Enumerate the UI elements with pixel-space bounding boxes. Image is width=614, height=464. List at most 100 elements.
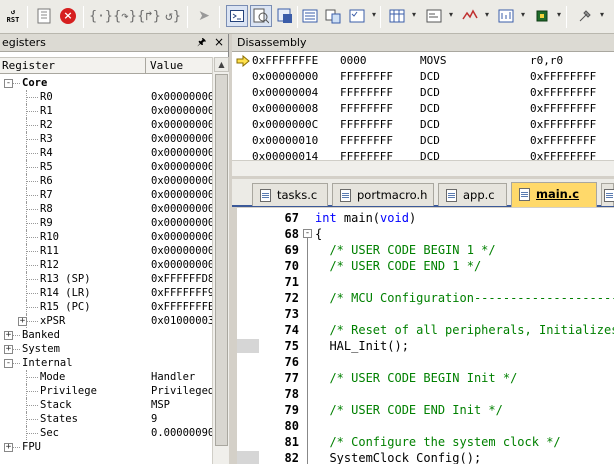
collapse-icon[interactable]: - [4,79,13,88]
disassembly-row[interactable]: 0xFFFFFFFE 0000 MOVS r0,r0 [232,53,614,69]
register-row[interactable]: Stack MSP [0,398,212,412]
register-row[interactable]: R10 0x00000000 [0,230,212,244]
register-row[interactable]: R6 0x00000000 [0,174,212,188]
code-line[interactable]: 73 [237,306,614,322]
register-row[interactable]: R5 0x00000000 [0,160,212,174]
expand-icon[interactable]: + [4,345,13,354]
register-row[interactable]: R12 0x00000000 [0,258,212,272]
disassembly-row[interactable]: 0x00000010 FFFFFFFF DCD 0xFFFFFFFF [232,133,614,149]
register-name: System [22,343,60,355]
expand-icon[interactable]: + [18,317,27,326]
register-name: R6 [40,175,53,187]
analysis-window-icon[interactable] [459,5,489,27]
line-number: 70 [284,259,299,273]
step-into-icon[interactable]: {·} [89,5,112,27]
register-row[interactable]: R8 0x00000000 [0,202,212,216]
toolbar-separator [297,6,298,28]
breakpoint-marker[interactable] [237,339,259,353]
disassembly-window-icon[interactable] [250,5,272,27]
register-row[interactable]: - Core [0,76,212,90]
pin-icon[interactable]: 🖈 [197,34,206,51]
register-row[interactable]: Sec 0.00000090 [0,426,212,440]
fold-toggle-icon[interactable]: - [303,229,312,238]
tab-app-c[interactable]: app.c [438,183,507,206]
call-stack-icon[interactable] [322,5,344,27]
register-row[interactable]: R9 0x00000000 [0,216,212,230]
collapse-icon[interactable]: - [4,359,13,368]
column-register[interactable]: Register [2,59,55,72]
register-row[interactable]: - Internal [0,356,212,370]
code-line[interactable]: 74 /* Reset of all peripherals, Initiali… [237,322,614,338]
register-row[interactable]: + System [0,342,212,356]
code-line[interactable]: 75 HAL_Init(); [237,338,614,354]
code-line[interactable]: 82 SystemClock_Config(); [237,450,614,464]
run-stop-icon[interactable] [33,5,55,27]
disassembly-hscrollbar[interactable] [232,160,614,176]
expand-icon[interactable]: + [4,443,13,452]
close-icon[interactable]: × [214,34,224,51]
toolbox-icon[interactable] [574,5,604,27]
register-row[interactable]: R0 0x00000000 [0,90,212,104]
scroll-thumb[interactable] [215,74,228,446]
trace-window-icon[interactable] [495,5,525,27]
file-icon [604,189,614,202]
code-line[interactable]: 77 /* USER CODE BEGIN Init */ [237,370,614,386]
registers-scrollbar[interactable]: ▲ [212,57,229,464]
rst-icon[interactable]: ↺ RST [2,5,24,27]
halt-icon[interactable]: × [57,5,79,27]
column-value[interactable]: Value [150,59,183,72]
arrow-right-icon[interactable]: ➤ [193,5,215,27]
system-viewer-icon[interactable] [531,5,561,27]
disassembly-row[interactable]: 0x00000004 FFFFFFFF DCD 0xFFFFFFFF [232,85,614,101]
code-line[interactable]: 71 [237,274,614,290]
register-row[interactable]: R4 0x00000000 [0,146,212,160]
code-line[interactable]: 78 [237,386,614,402]
expand-icon[interactable]: + [4,331,13,340]
tab-tasks-c[interactable]: tasks.c [252,183,328,206]
register-row[interactable]: R11 0x00000000 [0,244,212,258]
disassembly-row[interactable]: 0x00000014 FFFFFFFF DCD 0xFFFFFFFF [232,149,614,160]
code-line[interactable]: 69 /* USER CODE BEGIN 1 */ [237,242,614,258]
breakpoint-marker[interactable] [237,451,259,464]
serial-window-icon[interactable] [423,5,453,27]
register-row[interactable]: Privilege Privileged [0,384,212,398]
disassembly-row[interactable]: 0x00000000 FFFFFFFF DCD 0xFFFFFFFF [232,69,614,85]
code-line[interactable]: 81 /* Configure the system clock */ [237,434,614,450]
register-row[interactable]: R2 0x00000000 [0,118,212,132]
register-row[interactable]: R1 0x00000000 [0,104,212,118]
registers-window-icon[interactable] [299,5,321,27]
register-row[interactable]: + FPU [0,440,212,454]
register-row[interactable]: R15 (PC) 0xFFFFFFFE [0,300,212,314]
code-line[interactable]: 80 [237,418,614,434]
register-row[interactable]: R7 0x00000000 [0,188,212,202]
tab-main-c[interactable]: main.c [511,182,597,207]
register-row[interactable]: R14 (LR) 0xFFFFFFF9 [0,286,212,300]
code-line[interactable]: 67 int main(void) [237,210,614,226]
disassembly-row[interactable]: 0x0000000C FFFFFFFF DCD 0xFFFFFFFF [232,117,614,133]
register-name: Stack [40,399,72,411]
step-over-icon[interactable]: {↷} [113,5,136,27]
code-line[interactable]: 79 /* USER CODE END Init */ [237,402,614,418]
register-row[interactable]: R13 (SP) 0xFFFFFFD8 [0,272,212,286]
register-row[interactable]: Mode Handler [0,370,212,384]
code-line[interactable]: 76 [237,354,614,370]
tab-overflow[interactable] [601,183,614,206]
code-line[interactable]: 72 /* MCU Configuration-----------------… [237,290,614,306]
symbols-window-icon[interactable] [274,5,296,27]
run-to-cursor-icon[interactable]: ↺} [162,5,184,27]
step-out-icon[interactable]: {↱} [137,5,160,27]
disassembly-row[interactable]: 0x00000008 FFFFFFFF DCD 0xFFFFFFFF [232,101,614,117]
register-row[interactable]: + xPSR 0x01000003 [0,314,212,328]
register-row[interactable]: States 9 [0,412,212,426]
register-row[interactable]: R3 0x00000000 [0,132,212,146]
code-line[interactable]: 68-{ [237,226,614,242]
register-row[interactable]: + Banked [0,328,212,342]
scroll-up-button[interactable]: ▲ [214,57,229,72]
tab-portmacro-h[interactable]: portmacro.h [332,183,434,206]
code-editor[interactable]: 67 int main(void) 68-{69 /* USER CODE BEGI… [237,208,614,464]
code-line[interactable]: 70 /* USER CODE END 1 */ [237,258,614,274]
watch-window-icon[interactable] [346,5,376,27]
disassembly-listing[interactable]: 0xFFFFFFFE 0000 MOVS r0,r0 0x00000000 FFFFFFF… [232,53,614,160]
memory-window-icon[interactable] [386,5,416,27]
command-window-icon[interactable] [226,5,248,27]
